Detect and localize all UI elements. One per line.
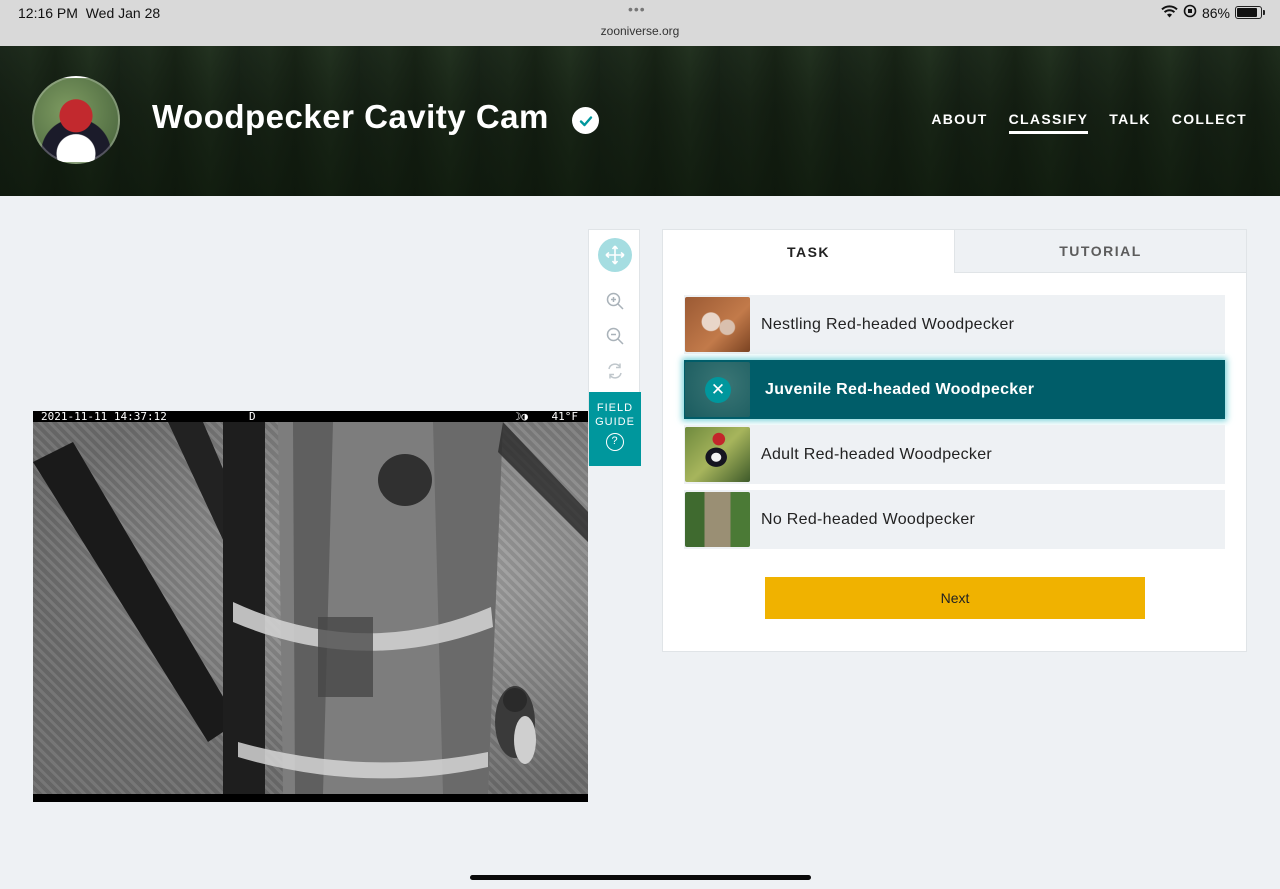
rotate-icon bbox=[608, 363, 622, 379]
project-header: Woodpecker Cavity Cam ABOUT CLASSIFY TAL… bbox=[0, 46, 1280, 196]
task-panel: TASK TUTORIAL Nestling Red-headed Woodpe… bbox=[662, 229, 1247, 652]
camera-timestamp: 2021-11-11 14:37:12 bbox=[41, 411, 167, 423]
nestling-thumbnail bbox=[685, 297, 750, 352]
status-time: 12:16 PM Wed Jan 28 bbox=[18, 5, 161, 21]
help-icon: ? bbox=[606, 433, 624, 451]
next-button[interactable]: Next bbox=[765, 577, 1145, 619]
project-nav: ABOUT CLASSIFY TALK COLLECT bbox=[931, 111, 1247, 134]
answer-label: Nestling Red-headed Woodpecker bbox=[761, 315, 1015, 333]
tab-tutorial[interactable]: TUTORIAL bbox=[954, 230, 1246, 273]
field-guide-label: FIELD GUIDE bbox=[595, 402, 635, 428]
zoom-in-icon bbox=[606, 292, 624, 310]
camera-overlay: 2021-11-11 14:37:12 D ☽◑ 41°F bbox=[33, 411, 588, 422]
answer-juvenile[interactable]: ✕ Juvenile Red-headed Woodpecker bbox=[684, 360, 1225, 419]
answer-label: Adult Red-headed Woodpecker bbox=[761, 445, 993, 463]
move-icon bbox=[605, 245, 625, 265]
adult-thumbnail bbox=[685, 427, 750, 482]
project-title[interactable]: Woodpecker Cavity Cam bbox=[152, 98, 549, 136]
none-thumbnail bbox=[685, 492, 750, 547]
status-right: 86% bbox=[1161, 4, 1265, 21]
task-tabs: TASK TUTORIAL bbox=[663, 230, 1246, 273]
browser-menu-dots[interactable]: ••• bbox=[628, 1, 646, 17]
answer-label: Juvenile Red-headed Woodpecker bbox=[765, 380, 1035, 398]
reset-view-button[interactable] bbox=[598, 354, 632, 388]
field-guide-button[interactable]: FIELD GUIDE ? bbox=[589, 392, 641, 466]
answer-none[interactable]: No Red-headed Woodpecker bbox=[684, 490, 1225, 549]
wifi-icon bbox=[1161, 4, 1178, 21]
zoom-out-button[interactable] bbox=[598, 319, 632, 353]
address-bar[interactable]: zooniverse.org bbox=[0, 24, 1280, 38]
answer-adult[interactable]: Adult Red-headed Woodpecker bbox=[684, 425, 1225, 484]
nav-about[interactable]: ABOUT bbox=[931, 111, 987, 134]
image-toolbar: FIELD GUIDE ? bbox=[588, 229, 641, 466]
zoom-in-button[interactable] bbox=[598, 284, 632, 318]
ios-status-bar: 12:16 PM Wed Jan 28 ••• zooniverse.org 8… bbox=[0, 0, 1280, 46]
answer-label: No Red-headed Woodpecker bbox=[761, 510, 976, 528]
camera-mode: D bbox=[249, 411, 256, 423]
answer-list: Nestling Red-headed Woodpecker ✕ Juvenil… bbox=[684, 295, 1225, 555]
nav-classify[interactable]: CLASSIFY bbox=[1008, 111, 1089, 134]
battery-percent: 86% bbox=[1201, 4, 1230, 21]
nav-talk[interactable]: TALK bbox=[1109, 111, 1151, 134]
tab-task[interactable]: TASK bbox=[663, 230, 954, 273]
project-avatar[interactable] bbox=[32, 76, 120, 164]
battery-icon bbox=[1235, 6, 1265, 19]
verified-checkmark-icon bbox=[572, 107, 599, 134]
answer-nestling[interactable]: Nestling Red-headed Woodpecker bbox=[684, 295, 1225, 354]
home-indicator[interactable] bbox=[470, 875, 811, 880]
subject-image[interactable]: 2021-11-11 14:37:12 D ☽◑ 41°F bbox=[33, 411, 588, 802]
nav-collect[interactable]: COLLECT bbox=[1172, 111, 1247, 134]
move-tool-button[interactable] bbox=[598, 238, 632, 272]
deselect-x-icon[interactable]: ✕ bbox=[705, 377, 731, 403]
zoom-out-icon bbox=[606, 327, 624, 345]
trail-camera-photo bbox=[33, 422, 588, 794]
camera-temperature: 41°F bbox=[551, 411, 579, 423]
orientation-lock-icon bbox=[1183, 4, 1197, 21]
moon-phase-icon: ☽◑ bbox=[514, 411, 528, 423]
